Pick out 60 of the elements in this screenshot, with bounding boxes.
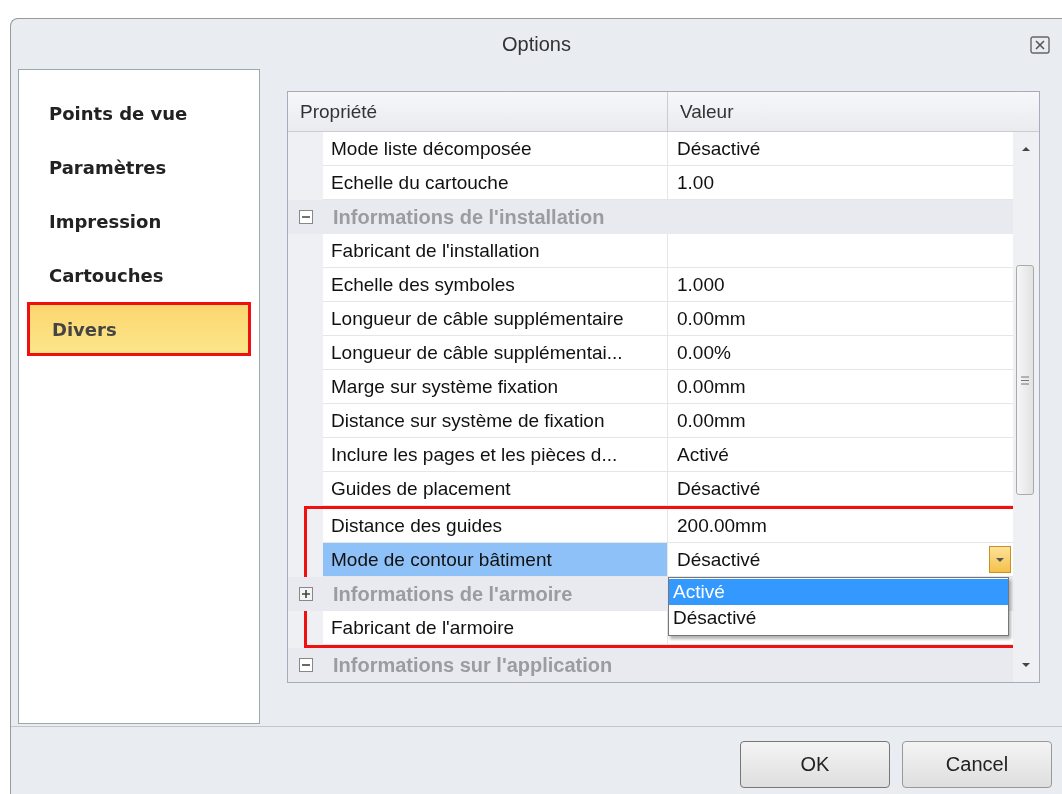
scroll-down-icon[interactable]: [1021, 662, 1031, 668]
collapse-icon[interactable]: [298, 210, 313, 224]
property-value: Désactivé: [677, 548, 761, 571]
sidebar-item[interactable]: Paramètres: [27, 140, 251, 194]
property-value: 0.00%: [677, 341, 731, 364]
value-cell[interactable]: Activé: [668, 438, 1013, 472]
value-cell[interactable]: 0.00mm: [668, 404, 1013, 438]
property-value: Activé: [677, 443, 729, 466]
property-value: 0.00mm: [677, 375, 746, 398]
value-cell[interactable]: 0.00mm: [668, 302, 1013, 336]
property-name[interactable]: Distance des guides: [323, 509, 668, 543]
value-cell[interactable]: 200.00mm: [668, 509, 1013, 543]
value-cell[interactable]: 0.00%: [668, 336, 1013, 370]
category-label: Informations de l'installation: [332, 204, 605, 230]
dropdown-option[interactable]: Désactivé: [669, 605, 1008, 631]
window-title: Options: [502, 32, 571, 56]
property-name[interactable]: Longueur de câble supplémentaire: [323, 302, 668, 336]
property-value: 200.00mm: [677, 514, 767, 537]
caret-icon: [995, 556, 1005, 563]
property-name[interactable]: Inclure les pages et les pièces d...: [323, 438, 668, 472]
property-name[interactable]: Echelle des symboles: [323, 268, 668, 302]
ok-button[interactable]: OK: [740, 741, 890, 788]
close-icon[interactable]: [1030, 36, 1050, 54]
property-name[interactable]: Echelle du cartouche: [323, 166, 668, 200]
grip-icon: [1021, 375, 1029, 385]
property-name[interactable]: Guides de placement: [323, 472, 668, 506]
value-cell[interactable]: Désactivé: [668, 543, 1013, 577]
sidebar-item[interactable]: Impression: [27, 194, 251, 248]
property-name[interactable]: Distance sur système de fixation: [323, 404, 668, 438]
value-cell[interactable]: [668, 234, 1013, 268]
collapse-icon[interactable]: [298, 658, 313, 672]
sidebar-item[interactable]: Points de vue: [27, 86, 251, 140]
property-value: 1.00: [677, 171, 714, 194]
property-name[interactable]: Fabricant de l'installation: [323, 234, 668, 268]
property-name[interactable]: Longueur de câble supplémentai...: [323, 336, 668, 370]
cancel-button[interactable]: Cancel: [902, 741, 1052, 788]
column-header[interactable]: Valeur: [668, 92, 1039, 131]
scrollbar-thumb[interactable]: [1016, 265, 1034, 495]
property-name[interactable]: Fabricant de l'armoire: [323, 611, 668, 645]
property-value: 0.00mm: [677, 409, 746, 432]
sidebar-item[interactable]: Cartouches: [27, 248, 251, 302]
value-cell[interactable]: 1.00: [668, 166, 1013, 200]
expand-icon[interactable]: [298, 587, 313, 601]
category-label: Informations sur l'application: [332, 652, 613, 678]
value-cell[interactable]: Désactivé: [668, 472, 1013, 506]
column-header[interactable]: Propriété: [288, 92, 668, 131]
property-name[interactable]: Mode de contour bâtiment: [323, 543, 668, 577]
property-value: Désactivé: [677, 477, 761, 500]
dropdown-button[interactable]: [989, 546, 1011, 573]
value-cell[interactable]: Désactivé: [668, 132, 1013, 166]
property-value: 0.00mm: [677, 307, 746, 330]
category-label: Informations de l'armoire: [332, 581, 573, 607]
sidebar-item[interactable]: Divers: [27, 302, 251, 356]
value-cell[interactable]: 0.00mm: [668, 370, 1013, 404]
value-cell[interactable]: 1.000: [668, 268, 1013, 302]
property-value: Désactivé: [677, 137, 761, 160]
property-name[interactable]: Marge sur système fixation: [323, 370, 668, 404]
property-value: 1.000: [677, 273, 725, 296]
scroll-up-icon[interactable]: [1021, 146, 1031, 152]
property-name[interactable]: Mode liste décomposée: [323, 132, 668, 166]
